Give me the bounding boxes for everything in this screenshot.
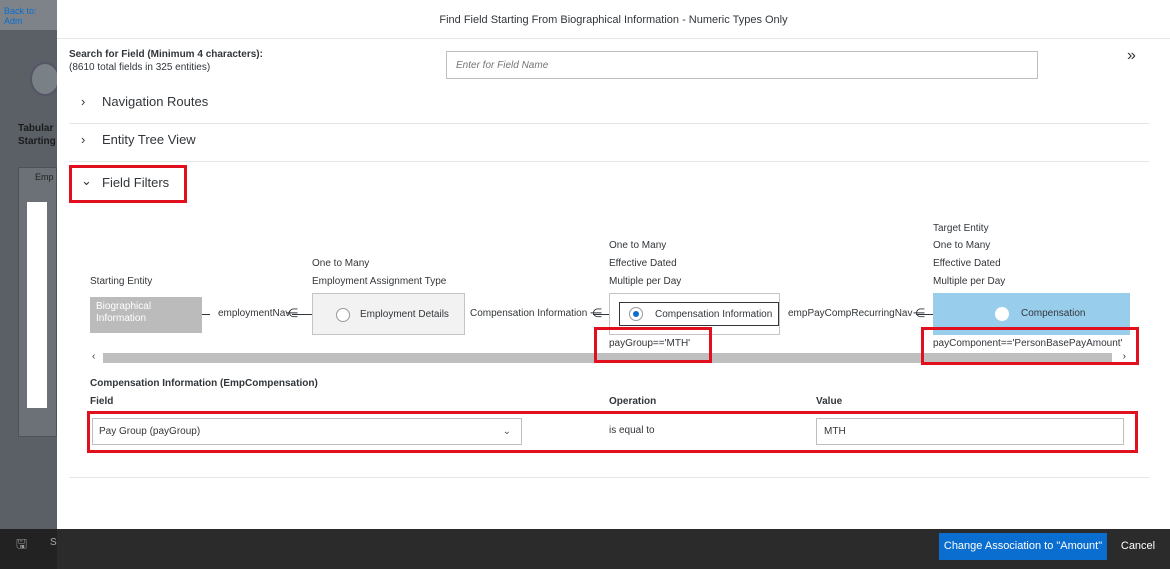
cancel-button[interactable]: Cancel bbox=[1115, 533, 1161, 560]
radio-button[interactable] bbox=[995, 307, 1009, 321]
column-header-value: Value bbox=[816, 396, 843, 407]
save-icon[interactable]: 🖫 bbox=[16, 535, 27, 557]
column-header-field: Field bbox=[90, 396, 114, 407]
entity-node-employment-details[interactable]: Employment Details bbox=[312, 293, 465, 335]
field-select[interactable]: Pay Group (payGroup) ⌄ bbox=[92, 418, 522, 445]
filter-entity-title: Compensation Information (EmpCompensatio… bbox=[90, 378, 318, 389]
search-label: Search for Field (Minimum 4 characters):… bbox=[69, 49, 263, 73]
paygroup-filter-highlight bbox=[594, 327, 712, 363]
crowfoot-icon: ⋲ bbox=[913, 306, 925, 320]
crowfoot-icon: ⋲ bbox=[590, 306, 602, 320]
field-search-input[interactable] bbox=[446, 51, 1038, 79]
back-link-text: Back to: Adm bbox=[4, 6, 37, 26]
value-input[interactable]: MTH bbox=[816, 418, 1124, 445]
section-navigation-routes[interactable]: › Navigation Routes bbox=[69, 94, 1149, 124]
column-header-operation: Operation bbox=[609, 396, 657, 407]
chevron-right-icon: › bbox=[81, 94, 86, 109]
chevron-right-icon: › bbox=[81, 132, 86, 147]
document-icon bbox=[30, 62, 60, 96]
link-label: empPayCompRecurringNav bbox=[788, 308, 913, 319]
radio-button[interactable] bbox=[336, 308, 350, 322]
change-association-button[interactable]: Change Association to "Amount" bbox=[939, 533, 1107, 560]
chevron-down-icon: ⌄ bbox=[502, 426, 511, 437]
link-label: employmentNav bbox=[218, 308, 291, 319]
dialog-title: Find Field Starting From Biographical In… bbox=[57, 0, 1170, 39]
link-label: Compensation Information bbox=[470, 308, 588, 319]
background-label: Tabular Starting bbox=[18, 123, 56, 147]
expand-all-icon[interactable]: » bbox=[1127, 47, 1136, 65]
operation-value: is equal to bbox=[609, 425, 655, 436]
section-field-filters[interactable]: Field Filters bbox=[102, 175, 169, 190]
paycomponent-filter-highlight bbox=[921, 327, 1139, 365]
radio-button-selected[interactable] bbox=[629, 307, 643, 321]
chevron-down-icon[interactable]: ⌄ bbox=[81, 173, 92, 189]
crowfoot-icon: ⋲ bbox=[286, 306, 298, 320]
section-entity-tree-view[interactable]: › Entity Tree View bbox=[69, 132, 1149, 162]
scroll-left-icon[interactable]: ‹ bbox=[92, 351, 95, 362]
starting-entity-node: Biographical Information bbox=[90, 297, 202, 333]
find-field-dialog: Find Field Starting From Biographical In… bbox=[57, 0, 1170, 569]
background-panel: Emp bbox=[18, 167, 57, 437]
background-footer: 🖫 S bbox=[0, 529, 57, 569]
background-header: Back to: Adm bbox=[0, 0, 57, 30]
back-link[interactable]: Adm bbox=[4, 16, 23, 26]
